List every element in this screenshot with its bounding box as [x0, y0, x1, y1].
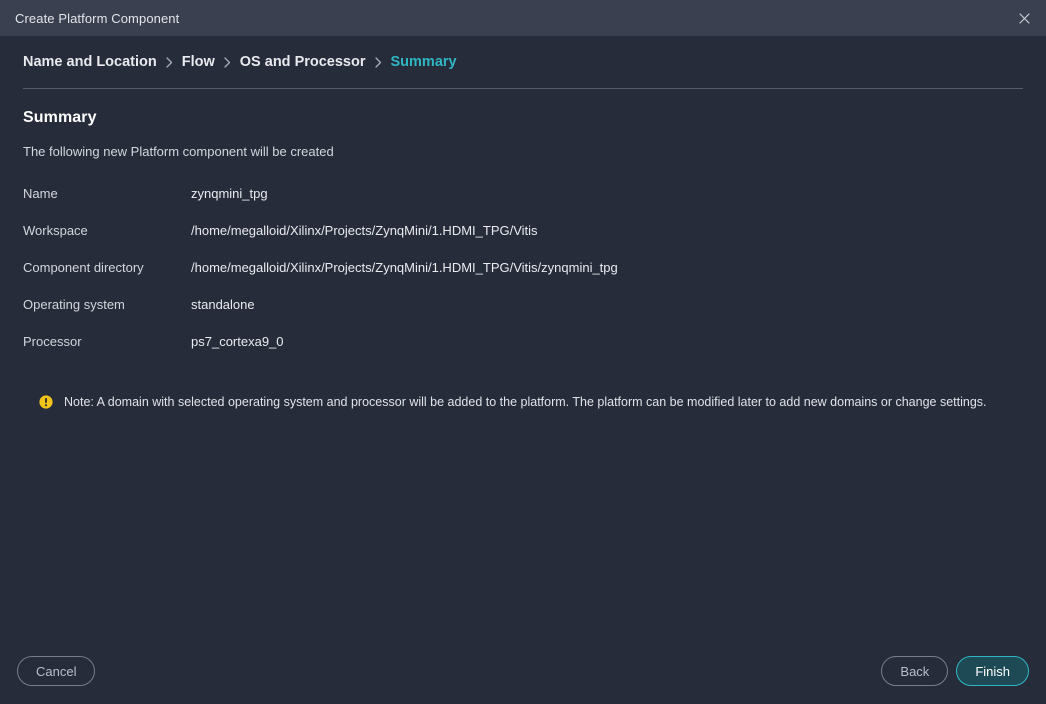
note-message: Note: A domain with selected operating s…	[23, 394, 1023, 410]
breadcrumb-step-os-and-processor[interactable]: OS and Processor	[240, 54, 366, 70]
detail-label: Component directory	[23, 260, 191, 275]
detail-value: zynqmini_tpg	[191, 186, 268, 201]
detail-value: /home/megalloid/Xilinx/Projects/ZynqMini…	[191, 223, 538, 238]
dialog-footer: Cancel Back Finish	[0, 638, 1046, 704]
summary-subtitle: The following new Platform component wil…	[23, 144, 1023, 159]
detail-label: Operating system	[23, 297, 191, 312]
detail-row-processor: Processor ps7_cortexa9_0	[23, 334, 1023, 371]
detail-row-name: Name zynqmini_tpg	[23, 186, 1023, 223]
create-platform-component-dialog: Create Platform Component Name and Locat…	[0, 0, 1046, 704]
warning-icon	[39, 395, 53, 409]
breadcrumb-step-name-and-location[interactable]: Name and Location	[23, 54, 157, 70]
dialog-title: Create Platform Component	[15, 11, 179, 26]
chevron-right-icon	[375, 57, 382, 68]
close-icon[interactable]	[1002, 0, 1046, 36]
detail-value: standalone	[191, 297, 255, 312]
detail-row-component-directory: Component directory /home/megalloid/Xili…	[23, 260, 1023, 297]
page-title: Summary	[23, 109, 1023, 127]
breadcrumb: Name and Location Flow OS and Processor …	[0, 36, 1046, 88]
back-button[interactable]: Back	[881, 656, 948, 686]
detail-label: Processor	[23, 334, 191, 349]
detail-label: Workspace	[23, 223, 191, 238]
detail-row-workspace: Workspace /home/megalloid/Xilinx/Project…	[23, 223, 1023, 260]
breadcrumb-step-summary: Summary	[391, 54, 457, 70]
note-text: Note: A domain with selected operating s…	[64, 394, 987, 410]
breadcrumb-step-flow[interactable]: Flow	[182, 54, 215, 70]
detail-value: /home/megalloid/Xilinx/Projects/ZynqMini…	[191, 260, 618, 275]
footer-actions: Back Finish	[881, 656, 1029, 686]
finish-button[interactable]: Finish	[956, 656, 1029, 686]
dialog-titlebar: Create Platform Component	[0, 0, 1046, 36]
summary-detail-list: Name zynqmini_tpg Workspace /home/megall…	[23, 186, 1023, 371]
detail-label: Name	[23, 186, 191, 201]
detail-row-operating-system: Operating system standalone	[23, 297, 1023, 334]
summary-panel: Summary The following new Platform compo…	[0, 89, 1046, 638]
chevron-right-icon	[166, 57, 173, 68]
chevron-right-icon	[224, 57, 231, 68]
cancel-button[interactable]: Cancel	[17, 656, 95, 686]
detail-value: ps7_cortexa9_0	[191, 334, 284, 349]
